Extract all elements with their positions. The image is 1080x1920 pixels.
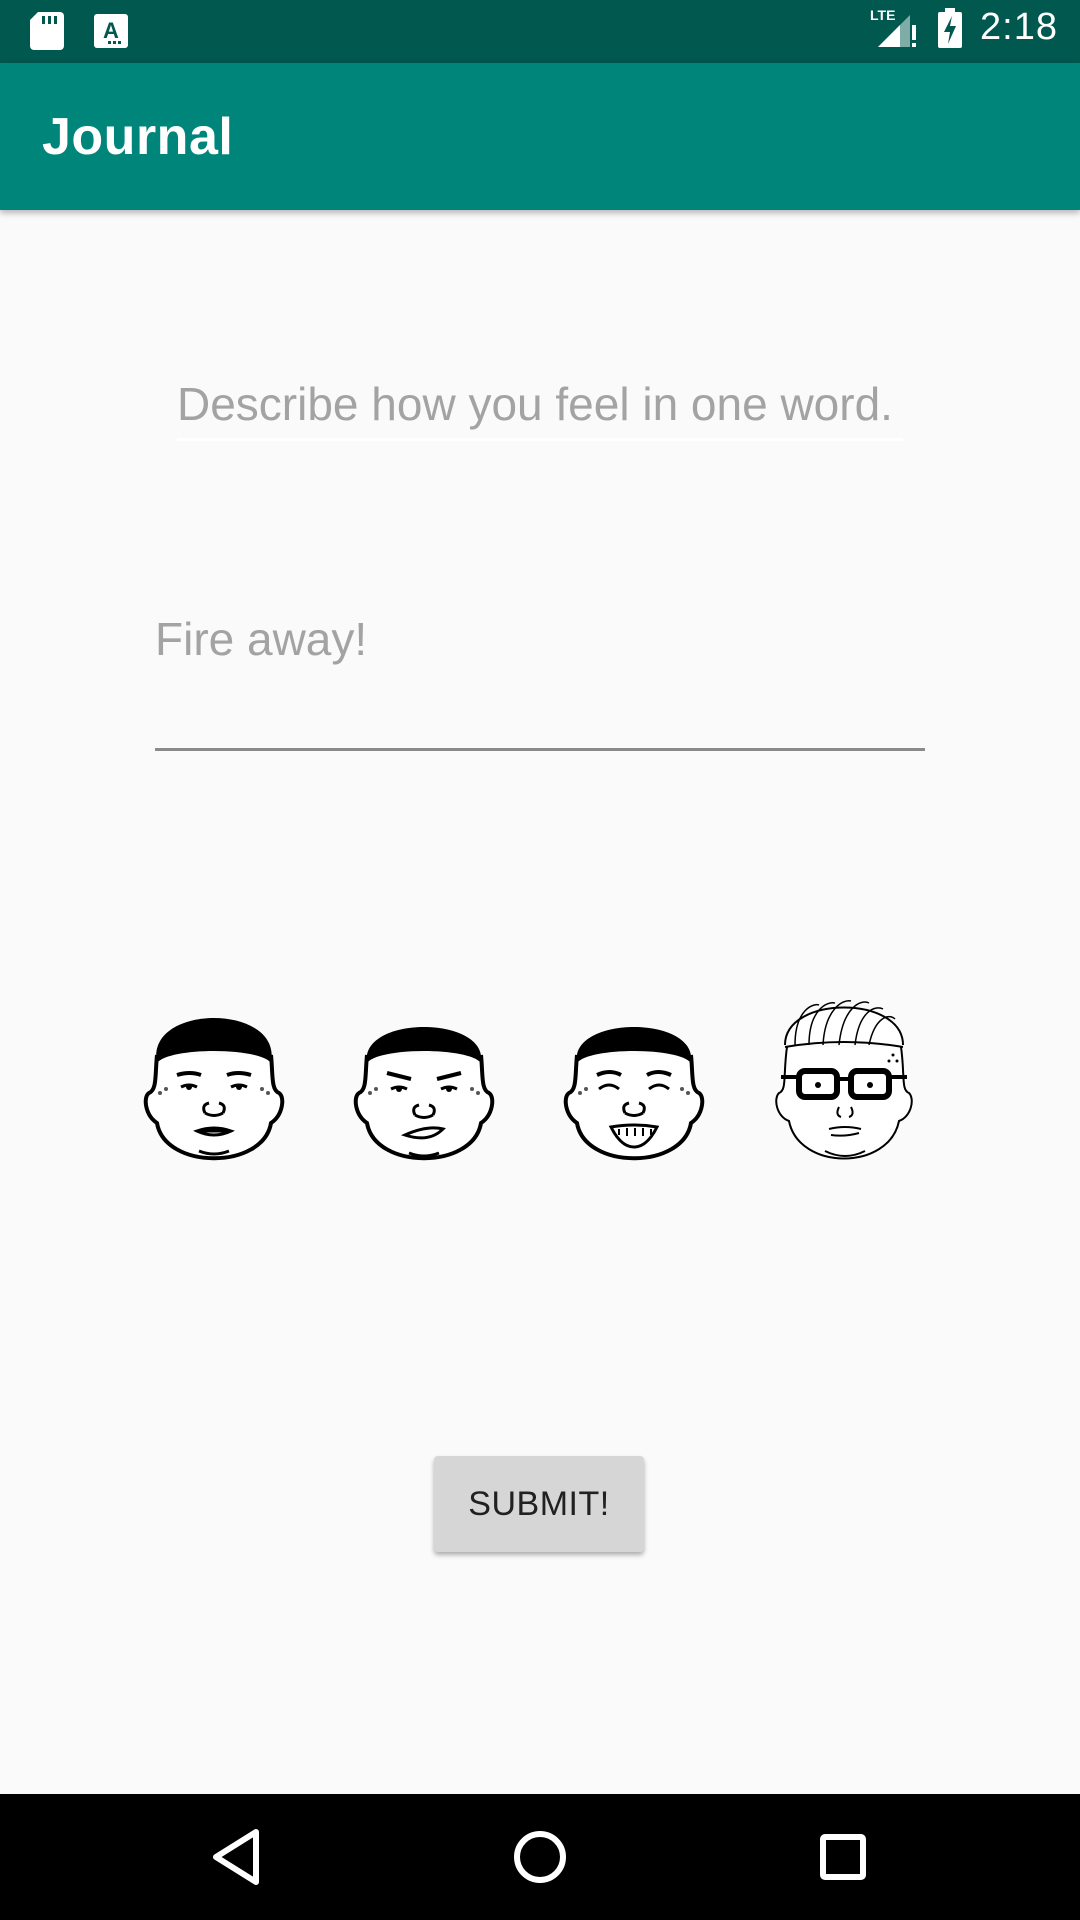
svg-text:A: A — [103, 18, 119, 43]
sd-card-icon — [30, 12, 64, 50]
svg-text:LTE: LTE — [870, 7, 895, 23]
status-time: 2:18 — [980, 6, 1058, 48]
mood-face-selector — [135, 975, 925, 1185]
app-bar: Journal — [0, 63, 1080, 210]
lte-signal-icon: LTE — [870, 7, 917, 47]
back-icon[interactable] — [202, 1822, 272, 1892]
face-neutral-icon[interactable] — [135, 975, 293, 1185]
recents-icon[interactable] — [808, 1822, 878, 1892]
status-bar: A LTE 2:18 — [0, 0, 1080, 63]
face-glasses-icon[interactable] — [765, 975, 923, 1185]
face-laughing-icon[interactable] — [555, 975, 713, 1185]
app-title: Journal — [42, 108, 234, 166]
battery-charging-icon — [938, 7, 963, 48]
face-smirk-icon[interactable] — [345, 975, 503, 1185]
submit-button[interactable]: SUBMIT! — [434, 1456, 644, 1552]
navigation-bar — [0, 1794, 1080, 1920]
home-icon[interactable] — [505, 1822, 575, 1892]
mood-word-input[interactable] — [177, 370, 903, 441]
keyboard-a-icon: A — [94, 14, 128, 48]
journal-entry-input[interactable] — [155, 612, 925, 751]
